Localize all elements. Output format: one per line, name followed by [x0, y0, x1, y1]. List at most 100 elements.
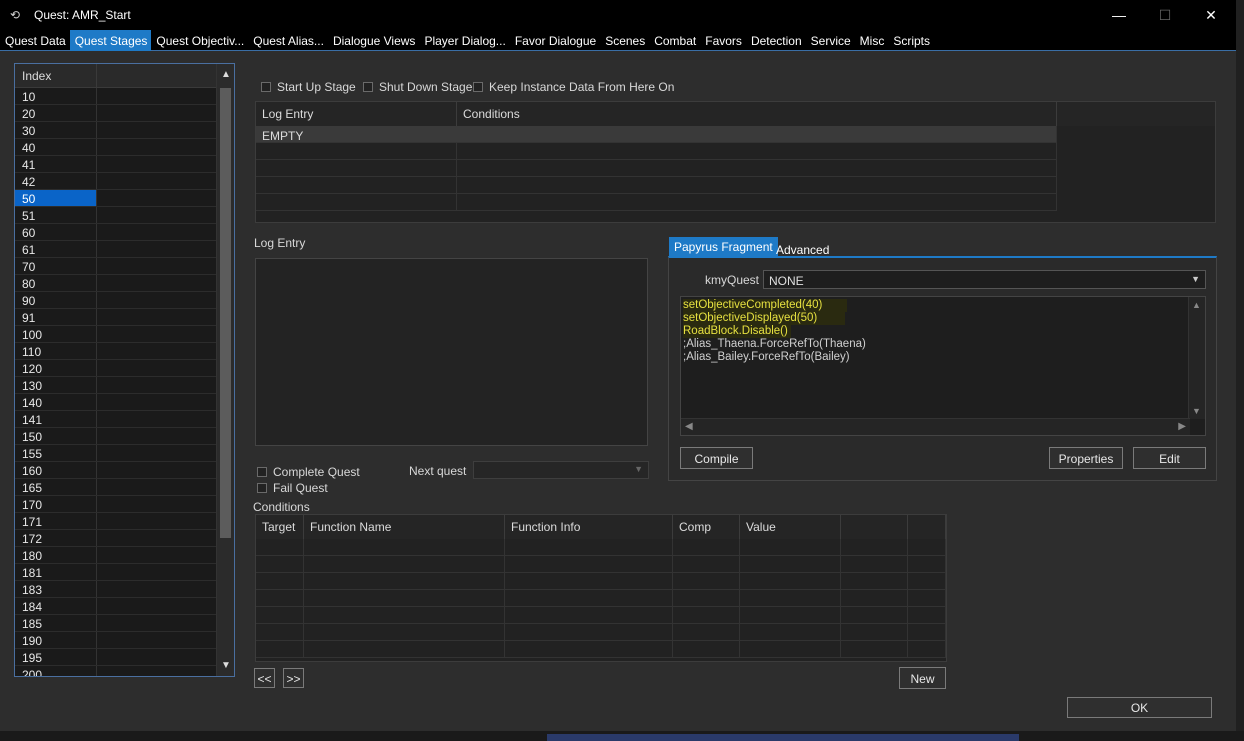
tab-scripts[interactable]: Scripts — [888, 30, 934, 51]
stage-index-row[interactable]: 172 — [15, 530, 234, 547]
next-stage-button[interactable]: >> — [283, 668, 304, 688]
tab-detection[interactable]: Detection — [746, 30, 806, 51]
stage-index-row[interactable]: 110 — [15, 343, 234, 360]
tab-favors[interactable]: Favors — [700, 30, 746, 51]
stage-index-row[interactable]: 41 — [15, 156, 234, 173]
stage-index-row[interactable]: 60 — [15, 224, 234, 241]
conditions-column-header[interactable]: Target — [256, 515, 304, 539]
stage-index-row[interactable]: 70 — [15, 258, 234, 275]
log-entry-column-header[interactable]: Log Entry — [256, 102, 457, 126]
close-button[interactable]: ✕ — [1188, 0, 1234, 30]
checkbox-box[interactable] — [261, 82, 271, 92]
stage-index-row[interactable]: 100 — [15, 326, 234, 343]
conditions-column-header[interactable]: Comp — [673, 515, 740, 539]
stage-index-row[interactable]: 90 — [15, 292, 234, 309]
checkbox-box[interactable] — [257, 483, 267, 493]
stage-index-row[interactable]: 200 — [15, 666, 234, 676]
stage-index-row[interactable]: 160 — [15, 462, 234, 479]
conditions-column-header[interactable]: Value — [740, 515, 841, 539]
stage-index-row[interactable]: 195 — [15, 649, 234, 666]
tab-quest-data[interactable]: Quest Data — [0, 30, 70, 51]
tab-quest-objectiv[interactable]: Quest Objectiv... — [151, 30, 248, 51]
complete-quest-checkbox[interactable]: Complete Quest — [257, 465, 360, 479]
next-quest-dropdown[interactable]: ▼ — [473, 461, 649, 479]
conditions-column-header[interactable] — [908, 515, 946, 539]
stage-index-row[interactable]: 120 — [15, 360, 234, 377]
scroll-up-icon[interactable]: ▲ — [1192, 300, 1201, 310]
stage-index-row[interactable]: 80 — [15, 275, 234, 292]
tab-misc[interactable]: Misc — [855, 30, 889, 51]
stage-index-row[interactable]: 165 — [15, 479, 234, 496]
compile-button[interactable]: Compile — [680, 447, 753, 469]
tab-advanced[interactable]: Advanced — [771, 240, 834, 260]
index-column-header[interactable]: Index — [15, 64, 97, 87]
stage-index-row[interactable]: 20 — [15, 105, 234, 122]
stage-index-row[interactable]: 91 — [15, 309, 234, 326]
tab-combat[interactable]: Combat — [649, 30, 700, 51]
previous-stage-button[interactable]: << — [254, 668, 275, 688]
background-window-edge — [1236, 0, 1244, 741]
papyrus-code-editor[interactable]: setObjectiveCompleted(40) setObjectiveDi… — [680, 296, 1206, 436]
stage-index-list[interactable]: Index 10 20 30 40 41 42 50 51 60 61 70 80 90 91 100 110… — [14, 63, 235, 677]
maximize-button[interactable]: ☐ — [1142, 0, 1188, 30]
conditions-column-header[interactable] — [841, 515, 908, 539]
stage-index-row[interactable]: 183 — [15, 581, 234, 598]
log-entry-textarea[interactable] — [255, 258, 648, 446]
tab-papyrus-fragment[interactable]: Papyrus Fragment — [669, 237, 778, 256]
scroll-right-icon[interactable]: ▶ — [1178, 421, 1186, 432]
stage-index-row[interactable]: 61 — [15, 241, 234, 258]
stage-index-row[interactable]: 130 — [15, 377, 234, 394]
stage-index-row[interactable]: 181 — [15, 564, 234, 581]
code-vscrollbar[interactable]: ▲ ▼ — [1188, 297, 1205, 419]
stage-index-row[interactable]: 10 — [15, 88, 234, 105]
minimize-button[interactable]: — — [1096, 0, 1142, 30]
stage-index-row[interactable]: 155 — [15, 445, 234, 462]
shut-down-stage-checkbox[interactable]: Shut Down Stage — [363, 80, 472, 94]
scroll-down-icon[interactable]: ▼ — [220, 660, 232, 672]
stage-index-row[interactable]: 42 — [15, 173, 234, 190]
tab-player-dialog[interactable]: Player Dialog... — [419, 30, 509, 51]
conditions-column-header[interactable]: Function Name — [304, 515, 505, 539]
stage-index-row[interactable]: 40 — [15, 139, 234, 156]
scroll-down-icon[interactable]: ▼ — [1192, 406, 1201, 416]
edit-button[interactable]: Edit — [1133, 447, 1206, 469]
stage-index-row[interactable]: 190 — [15, 632, 234, 649]
code-hscrollbar[interactable]: ◀ ▶ — [681, 418, 1190, 435]
tab-favor-dialogue[interactable]: Favor Dialogue — [510, 30, 600, 51]
new-condition-button[interactable]: New — [899, 667, 946, 689]
keep-instance-data-checkbox[interactable]: Keep Instance Data From Here On — [473, 80, 674, 94]
log-entry-row[interactable]: EMPTY — [256, 126, 1057, 143]
stage-index-row[interactable]: 141 — [15, 411, 234, 428]
kmyquest-dropdown[interactable]: NONE ▼ — [763, 270, 1206, 289]
tab-dialogue-views[interactable]: Dialogue Views — [328, 30, 420, 51]
start-up-stage-checkbox[interactable]: Start Up Stage — [261, 80, 356, 94]
stage-index-row[interactable]: 50 — [15, 190, 234, 207]
tab-service[interactable]: Service — [806, 30, 855, 51]
stage-index-row[interactable]: 185 — [15, 615, 234, 632]
stage-index-row[interactable]: 180 — [15, 547, 234, 564]
log-entry-grid[interactable]: Log Entry Conditions EMPTY — [255, 101, 1216, 223]
scroll-thumb[interactable] — [220, 88, 231, 538]
tab-quest-alias[interactable]: Quest Alias... — [248, 30, 328, 51]
stage-index-row[interactable]: 140 — [15, 394, 234, 411]
stage-index-row[interactable]: 184 — [15, 598, 234, 615]
checkbox-box[interactable] — [363, 82, 373, 92]
checkbox-box[interactable] — [257, 467, 267, 477]
properties-button[interactable]: Properties — [1049, 447, 1123, 469]
checkbox-box[interactable] — [473, 82, 483, 92]
stage-index-row[interactable]: 171 — [15, 513, 234, 530]
conditions-column-header[interactable]: Conditions — [457, 102, 1057, 126]
tab-scenes[interactable]: Scenes — [600, 30, 649, 51]
stage-index-row[interactable]: 51 — [15, 207, 234, 224]
stage-index-row[interactable]: 150 — [15, 428, 234, 445]
ok-button[interactable]: OK — [1067, 697, 1212, 718]
scroll-up-icon[interactable]: ▲ — [220, 69, 232, 81]
fail-quest-checkbox[interactable]: Fail Quest — [257, 481, 328, 495]
stage-index-row[interactable]: 170 — [15, 496, 234, 513]
index-scrollbar[interactable]: ▲ ▼ — [216, 64, 234, 676]
conditions-grid[interactable]: Target Function Name Function Info Comp Valu… — [255, 514, 947, 662]
stage-index-row[interactable]: 30 — [15, 122, 234, 139]
scroll-left-icon[interactable]: ◀ — [685, 421, 693, 432]
tab-quest-stages[interactable]: Quest Stages — [69, 30, 152, 51]
conditions-column-header[interactable]: Function Info — [505, 515, 673, 539]
